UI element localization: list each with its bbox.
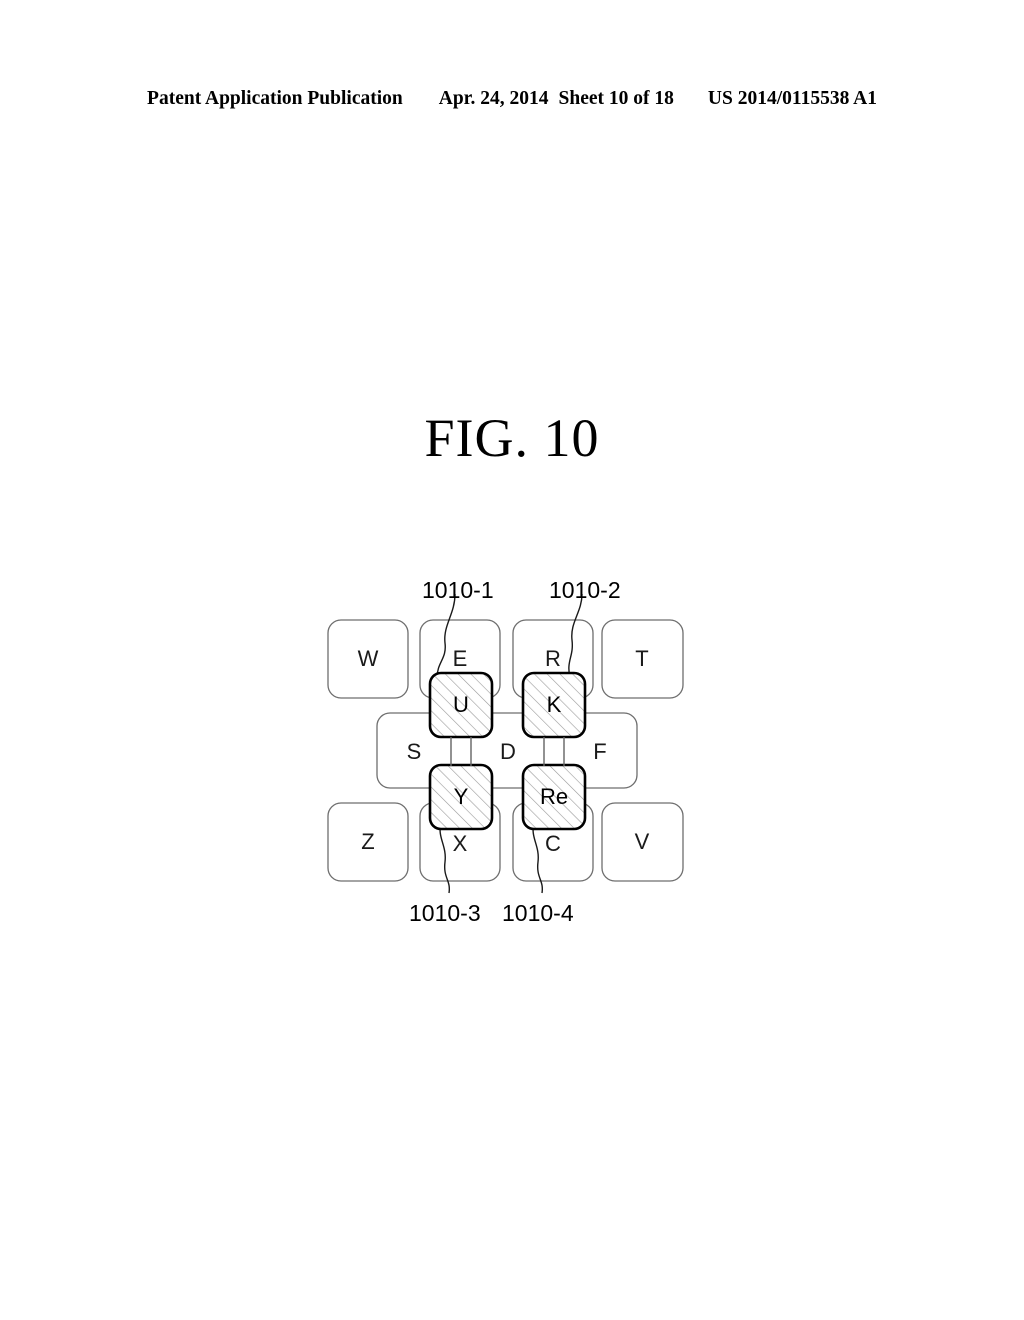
bg-key-label-w: W bbox=[357, 646, 379, 671]
bg-key-label-f: F bbox=[593, 739, 607, 764]
bg-key-label-c: C bbox=[545, 831, 561, 856]
bg-key-label-r: R bbox=[545, 646, 561, 671]
overlay-key-label-re: Re bbox=[539, 784, 569, 809]
bg-key-label-x: X bbox=[452, 831, 468, 856]
bg-key-label-s: S bbox=[406, 739, 422, 764]
reference-label-1010-1: 1010-1 bbox=[422, 577, 494, 603]
reference-label-1010-2: 1010-2 bbox=[549, 577, 621, 603]
reference-label-1010-3: 1010-3 bbox=[409, 900, 481, 926]
bg-key-label-v: V bbox=[634, 829, 650, 854]
bg-key-label-t: T bbox=[635, 646, 649, 671]
figure-10-diagram: W E R T S D F Z X C V U K Y Re 1010-1 10… bbox=[0, 0, 1024, 1320]
bg-key-label-d: D bbox=[500, 739, 516, 764]
overlay-key-label-u: U bbox=[453, 692, 469, 717]
bg-key-label-z: Z bbox=[361, 829, 375, 854]
reference-label-1010-4: 1010-4 bbox=[502, 900, 574, 926]
overlay-key-label-k: K bbox=[546, 692, 562, 717]
bg-key-label-e: E bbox=[452, 646, 468, 671]
diagram-svg bbox=[327, 593, 684, 894]
overlay-key-label-y: Y bbox=[453, 784, 469, 809]
